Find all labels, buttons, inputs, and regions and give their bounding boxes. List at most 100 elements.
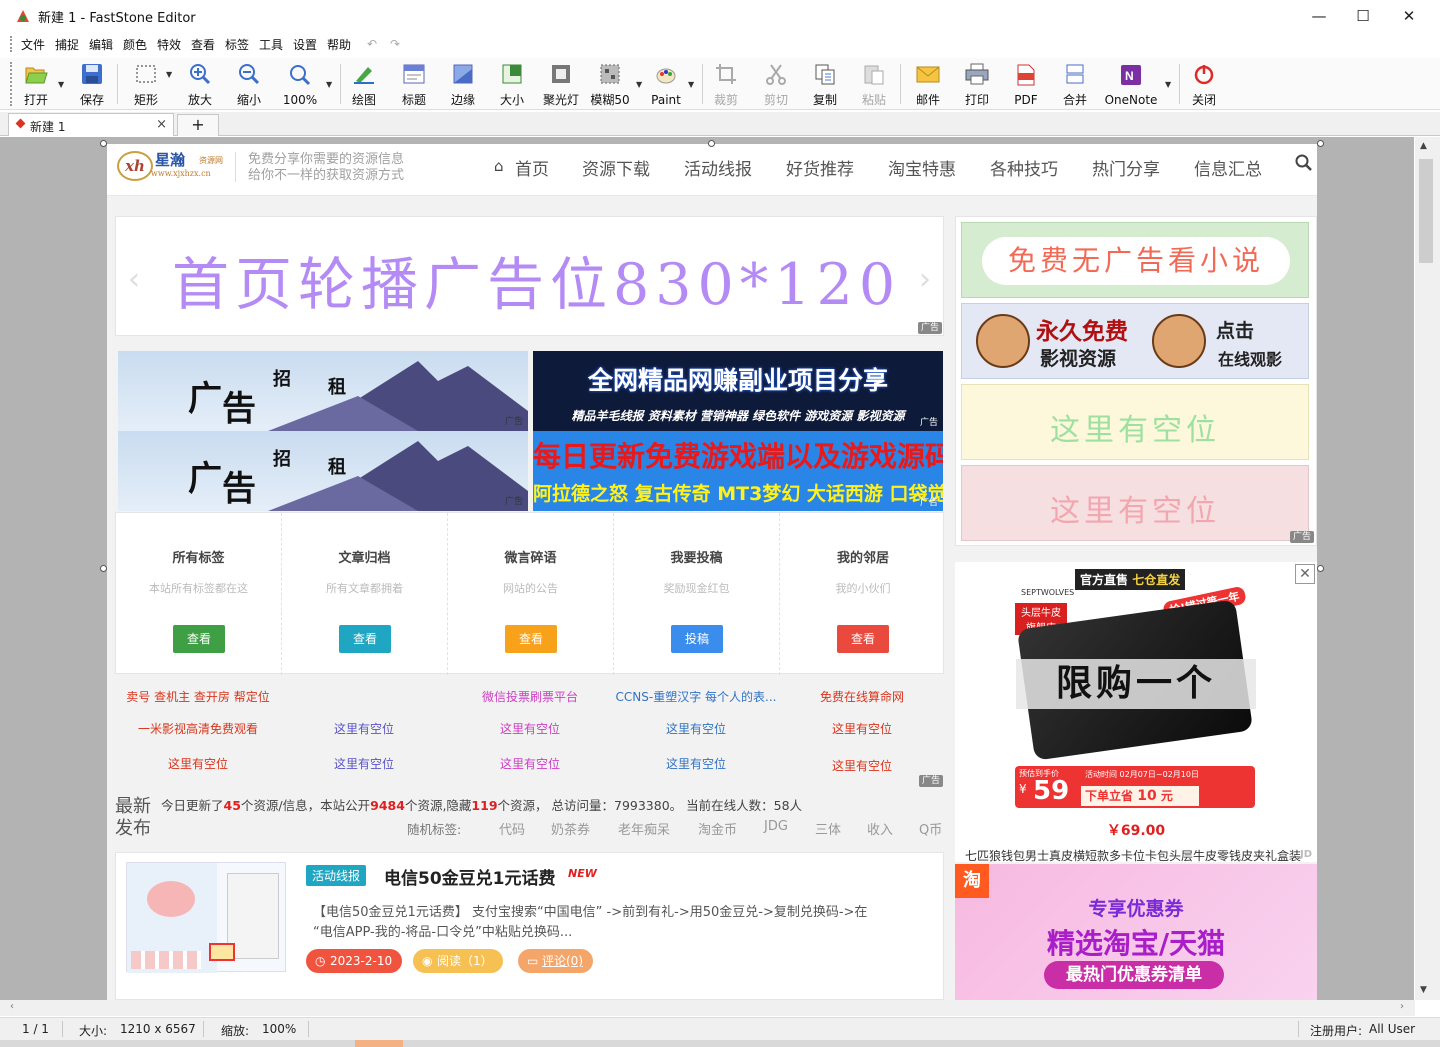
document-tab[interactable]: 新建 1 × bbox=[8, 113, 174, 136]
view-notes-button[interactable]: 查看 bbox=[505, 625, 557, 653]
post-category-badge[interactable]: 活动线报 bbox=[306, 865, 367, 886]
ad-rent-box[interactable]: 广 告 招 租 广告 bbox=[118, 431, 528, 511]
nav-info[interactable]: 信息汇总 bbox=[1194, 155, 1262, 180]
random-tag[interactable]: 代码 bbox=[499, 819, 525, 838]
new-tab-button[interactable]: + bbox=[177, 114, 219, 136]
menu-tools[interactable]: 工具 bbox=[259, 36, 283, 53]
text-link[interactable]: 这里有空位 bbox=[447, 755, 613, 772]
crop-button[interactable]: 裁剪 bbox=[708, 60, 744, 108]
nav-tips[interactable]: 各种技巧 bbox=[990, 155, 1058, 180]
post-card[interactable]: 活动线报 电信50金豆兑1元话费 NEW 【电信50金豆兑1元话费】 支付宝搜索… bbox=[115, 852, 944, 1000]
random-tag[interactable]: JDG bbox=[764, 819, 788, 834]
scroll-right-icon[interactable]: › bbox=[1400, 1001, 1404, 1012]
zoom-in-button[interactable]: 放大 bbox=[182, 60, 218, 108]
blur-dropdown-icon[interactable]: ▼ bbox=[636, 80, 642, 89]
open-button[interactable]: 打开 bbox=[18, 60, 54, 108]
nav-downloads[interactable]: 资源下载 bbox=[582, 155, 650, 180]
product-name[interactable]: 七匹狼钱包男士真皮横短款多卡位卡包头层牛皮零钱皮夹礼盒装 bbox=[965, 847, 1305, 864]
zoom-dropdown-icon[interactable]: ▼ bbox=[326, 80, 332, 89]
image-canvas[interactable]: xh 星瀚 资源网 www.xjxhzx.cn 免费分享你需要的资源信息 给你不… bbox=[0, 137, 1414, 1000]
close-image-button[interactable]: 关闭 bbox=[1186, 60, 1222, 108]
text-link[interactable]: 这里有空位 bbox=[115, 755, 281, 772]
carousel-next-icon[interactable]: › bbox=[919, 262, 931, 297]
text-link[interactable]: 这里有空位 bbox=[281, 720, 447, 737]
horizontal-scrollbar[interactable]: ‹ › bbox=[0, 1000, 1415, 1016]
rectangle-select-button[interactable]: 矩形 bbox=[128, 60, 164, 108]
post-comments-badge[interactable]: ▭ 评论(0) bbox=[518, 949, 593, 973]
banner-free-games[interactable]: 每日更新免费游戏端以及游戏源码 阿拉德之怒 复古传奇 MT3梦幻 大话西游 口袋… bbox=[533, 431, 943, 511]
text-link[interactable]: 这里有空位 bbox=[281, 755, 447, 772]
menu-edit[interactable]: 编辑 bbox=[89, 36, 113, 53]
random-tag[interactable]: 三体 bbox=[815, 819, 841, 838]
vertical-scrollbar[interactable]: ▲ ▼ bbox=[1415, 137, 1440, 1000]
paint-button[interactable]: Paint bbox=[647, 60, 685, 108]
draw-button[interactable]: 绘图 bbox=[346, 60, 382, 108]
zoom-out-button[interactable]: 缩小 bbox=[231, 60, 267, 108]
zoom-level-button[interactable]: 100% bbox=[280, 60, 320, 108]
menu-settings[interactable]: 设置 bbox=[293, 36, 317, 53]
nav-recommended[interactable]: 好货推荐 bbox=[786, 155, 854, 180]
cut-button[interactable]: 剪切 bbox=[758, 60, 794, 108]
save-button[interactable]: 保存 bbox=[74, 60, 110, 108]
text-link[interactable]: 这里有空位 bbox=[613, 755, 779, 772]
copy-button[interactable]: 复制 bbox=[807, 60, 843, 108]
view-neighbors-button[interactable]: 查看 bbox=[837, 625, 889, 653]
home-icon[interactable]: ⌂ bbox=[494, 157, 504, 175]
onenote-button[interactable]: N OneNote bbox=[1103, 60, 1159, 108]
text-link[interactable]: 这里有空位 bbox=[779, 757, 945, 774]
menu-view[interactable]: 查看 bbox=[191, 36, 215, 53]
merge-button[interactable]: 合并 bbox=[1057, 60, 1093, 108]
minimize-button[interactable]: — bbox=[1296, 0, 1342, 31]
redo-icon[interactable]: ↷ bbox=[390, 37, 400, 51]
product-ad[interactable]: ✕ SEPTWOLVES 头层牛皮旗舰店 官方直售 七仓直发 抢!错过等一年 限… bbox=[955, 562, 1317, 864]
text-link[interactable]: 这里有空位 bbox=[779, 720, 945, 737]
submit-post-button[interactable]: 投稿 bbox=[671, 625, 723, 653]
text-link[interactable]: 卖号 查机主 查开房 帮定位 bbox=[115, 688, 281, 705]
scroll-thumb[interactable] bbox=[1419, 159, 1433, 263]
close-window-button[interactable]: ✕ bbox=[1386, 0, 1432, 31]
menu-file[interactable]: 文件 bbox=[21, 36, 45, 53]
post-title[interactable]: 电信50金豆兑1元话费 bbox=[384, 864, 556, 889]
edge-button[interactable]: 边缘 bbox=[445, 60, 481, 108]
text-link[interactable]: CCNS-重塑汉字 每个人的表... bbox=[613, 688, 779, 705]
print-button[interactable]: 打印 bbox=[959, 60, 995, 108]
rect-dropdown-icon[interactable]: ▼ bbox=[166, 70, 172, 79]
scroll-down-icon[interactable]: ▼ bbox=[1420, 985, 1427, 995]
nav-hot-share[interactable]: 热门分享 bbox=[1092, 155, 1160, 180]
resize-handle[interactable] bbox=[1317, 565, 1324, 572]
pdf-button[interactable]: PDF bbox=[1008, 60, 1044, 108]
text-link[interactable]: 一米影视高清免费观看 bbox=[115, 720, 281, 737]
close-ad-icon[interactable]: ✕ bbox=[1295, 564, 1315, 584]
onenote-dropdown-icon[interactable]: ▼ bbox=[1165, 80, 1171, 89]
empty-ad-slot[interactable]: 这里有空位 bbox=[961, 384, 1309, 460]
post-thumbnail[interactable] bbox=[126, 862, 286, 973]
ad-rent-box[interactable]: 广 告 招 租 广告 bbox=[118, 351, 528, 431]
open-dropdown-icon[interactable]: ▼ bbox=[58, 80, 64, 89]
menu-color[interactable]: 颜色 bbox=[123, 36, 147, 53]
empty-ad-slot[interactable]: 这里有空位 bbox=[961, 465, 1309, 541]
undo-icon[interactable]: ↶ bbox=[367, 37, 377, 51]
carousel-prev-icon[interactable]: ‹ bbox=[128, 262, 140, 297]
paste-button[interactable]: 粘贴 bbox=[856, 60, 892, 108]
random-tag[interactable]: 老年痴呆 bbox=[618, 819, 670, 838]
random-tag[interactable]: 收入 bbox=[867, 819, 893, 838]
resize-button[interactable]: 大小 bbox=[494, 60, 530, 108]
coupon-ad[interactable]: 淘 专享优惠券 精选淘宝/天猫 最热门优惠券清单 bbox=[955, 864, 1317, 1000]
close-tab-icon[interactable]: × bbox=[156, 117, 167, 132]
caption-button[interactable]: 标题 bbox=[396, 60, 432, 108]
resize-handle[interactable] bbox=[1317, 140, 1324, 147]
maximize-button[interactable]: ☐ bbox=[1340, 0, 1386, 31]
search-icon[interactable] bbox=[1295, 154, 1313, 172]
menu-tabs[interactable]: 标签 bbox=[225, 36, 249, 53]
novel-ad[interactable]: 免费无广告看小说 bbox=[961, 222, 1309, 298]
random-tag[interactable]: 淘金币 bbox=[698, 819, 737, 838]
resize-handle[interactable] bbox=[100, 140, 107, 147]
menu-effects[interactable]: 特效 bbox=[157, 36, 181, 53]
menu-help[interactable]: 帮助 bbox=[327, 36, 351, 53]
nav-activities[interactable]: 活动线报 bbox=[684, 155, 752, 180]
text-link[interactable]: 这里有空位 bbox=[613, 720, 779, 737]
resize-handle[interactable] bbox=[100, 565, 107, 572]
nav-taobao-deals[interactable]: 淘宝特惠 bbox=[888, 155, 956, 180]
scroll-left-icon[interactable]: ‹ bbox=[10, 1001, 14, 1012]
view-tags-button[interactable]: 查看 bbox=[173, 625, 225, 653]
